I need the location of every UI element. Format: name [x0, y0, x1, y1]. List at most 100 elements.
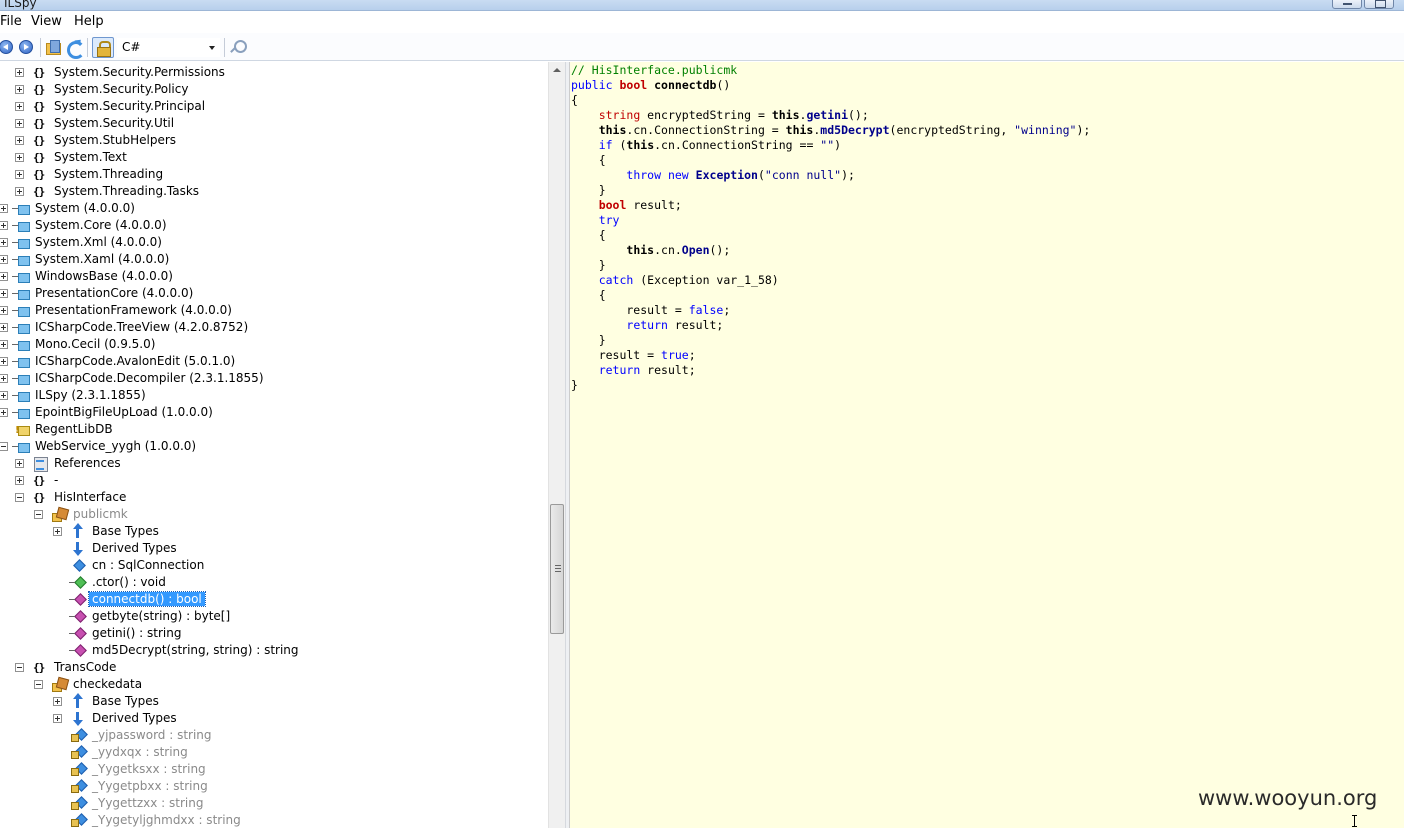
tree-scrollbar[interactable] [548, 62, 565, 828]
tree-node[interactable]: getini() : string [0, 625, 548, 642]
menu-file[interactable]: File [0, 14, 22, 29]
expand-plus-icon[interactable] [0, 272, 8, 281]
tree-node[interactable]: {} System.Threading [0, 166, 548, 183]
expand-plus-icon[interactable] [0, 289, 8, 298]
tree-node-label: System.Security.Policy [54, 82, 189, 96]
expand-plus-icon[interactable] [53, 714, 62, 723]
tree-node[interactable]: Derived Types [0, 710, 548, 727]
code-token: ( [612, 138, 627, 152]
tree-node[interactable]: _Yygetksxx : string [0, 761, 548, 778]
expand-plus-icon[interactable] [15, 153, 24, 162]
tree-node[interactable]: {} System.Threading.Tasks [0, 183, 548, 200]
tree-node[interactable]: ICSharpCode.AvalonEdit (5.0.1.0) [0, 353, 548, 370]
tree-node[interactable]: _Yygetyljghmdxx : string [0, 812, 548, 828]
expand-plus-icon[interactable] [0, 357, 8, 366]
tree-node[interactable]: checkedata [0, 676, 548, 693]
code-token: } [571, 258, 606, 272]
expand-plus-icon[interactable] [0, 340, 8, 349]
search-icon[interactable] [229, 39, 247, 55]
expand-plus-icon[interactable] [15, 170, 24, 179]
tree-node[interactable]: ICSharpCode.TreeView (4.2.0.8752) [0, 319, 548, 336]
tree-node[interactable]: PresentationFramework (4.0.0.0) [0, 302, 548, 319]
toolbar: C# [0, 33, 1404, 61]
tree-node[interactable]: publicmk [0, 506, 548, 523]
expand-plus-icon[interactable] [15, 459, 24, 468]
tree-node[interactable]: System (4.0.0.0) [0, 200, 548, 217]
scroll-up-arrow-icon[interactable] [553, 68, 561, 72]
expand-plus-icon[interactable] [15, 136, 24, 145]
expand-plus-icon[interactable] [0, 306, 8, 315]
forward-arrow-icon[interactable] [19, 40, 33, 54]
tree-node[interactable]: getbyte(string) : byte[] [0, 608, 548, 625]
tree-node[interactable]: Base Types [0, 523, 548, 540]
tree-node[interactable]: {} TransCode [0, 659, 548, 676]
collapse-minus-icon[interactable] [15, 663, 24, 672]
tree-node[interactable]: ICSharpCode.Decompiler (2.3.1.1855) [0, 370, 548, 387]
tree-node[interactable]: RegentLibDB [0, 421, 548, 438]
expand-plus-icon[interactable] [0, 323, 8, 332]
tree-node[interactable]: {} System.Security.Policy [0, 81, 548, 98]
tree-node[interactable]: {} System.Text [0, 149, 548, 166]
expand-plus-icon[interactable] [15, 85, 24, 94]
tree-node[interactable]: System.Core (4.0.0.0) [0, 217, 548, 234]
expand-plus-icon[interactable] [15, 119, 24, 128]
expand-plus-icon[interactable] [0, 255, 8, 264]
tree-node[interactable]: {} System.StubHelpers [0, 132, 548, 149]
tree-node[interactable]: _Yygetpbxx : string [0, 778, 548, 795]
tree-node[interactable]: md5Decrypt(string, string) : string [0, 642, 548, 659]
expand-plus-icon[interactable] [0, 374, 8, 383]
tree-node-label: ILSpy (2.3.1.1855) [35, 388, 146, 402]
tree-node[interactable]: Mono.Cecil (0.9.5.0) [0, 336, 548, 353]
collapse-minus-icon[interactable] [34, 680, 43, 689]
minimize-button[interactable] [1332, 0, 1362, 9]
tree-node[interactable]: System.Xaml (4.0.0.0) [0, 251, 548, 268]
tree-node[interactable]: PresentationCore (4.0.0.0) [0, 285, 548, 302]
expand-plus-icon[interactable] [53, 527, 62, 536]
tree-node[interactable]: WindowsBase (4.0.0.0) [0, 268, 548, 285]
language-select[interactable]: C# [117, 38, 220, 57]
expand-plus-icon[interactable] [15, 102, 24, 111]
tree-node[interactable]: {} System.Security.Util [0, 115, 548, 132]
expand-plus-icon[interactable] [0, 204, 8, 213]
tree-node[interactable]: References [0, 455, 548, 472]
menu-view[interactable]: View [31, 14, 62, 29]
tree-node[interactable]: _yydxqx : string [0, 744, 548, 761]
expand-plus-icon[interactable] [0, 221, 8, 230]
tree-node[interactable]: _yjpassword : string [0, 727, 548, 744]
expand-plus-icon[interactable] [15, 476, 24, 485]
tree-node[interactable]: EpointBigFileUpLoad (1.0.0.0) [0, 404, 548, 421]
expand-plus-icon[interactable] [15, 68, 24, 77]
tree-node[interactable]: .ctor() : void [0, 574, 548, 591]
tree-node[interactable]: {} - [0, 472, 548, 489]
scroll-thumb[interactable] [550, 504, 564, 634]
decompiled-code-view[interactable]: // HisInterface.publicmk public bool conn… [569, 62, 1404, 828]
expand-plus-icon[interactable] [53, 697, 62, 706]
collapse-minus-icon[interactable] [0, 442, 8, 451]
tree-node[interactable]: WebService_yygh (1.0.0.0) [0, 438, 548, 455]
tree-node[interactable]: {} System.Security.Permissions [0, 64, 548, 81]
menu-help[interactable]: Help [74, 14, 104, 29]
back-arrow-icon[interactable] [0, 40, 13, 54]
tree-node[interactable]: cn : SqlConnection [0, 557, 548, 574]
expand-plus-icon[interactable] [15, 187, 24, 196]
tree-node[interactable]: Derived Types [0, 540, 548, 557]
expand-plus-icon[interactable] [0, 408, 8, 417]
tree-node[interactable]: Base Types [0, 693, 548, 710]
collapse-minus-icon[interactable] [15, 493, 24, 502]
expand-plus-icon[interactable] [0, 238, 8, 247]
show-internal-lock-icon[interactable] [92, 37, 114, 58]
assembly-tree[interactable]: {} System.Security.Permissions {} System.Se… [0, 62, 548, 828]
tree-node[interactable]: {} System.Security.Principal [0, 98, 548, 115]
assembly-icon [12, 406, 30, 419]
tree-node[interactable]: connectdb() : bool [0, 591, 548, 608]
collapse-minus-icon[interactable] [34, 510, 43, 519]
reload-icon[interactable] [66, 39, 85, 59]
maximize-button[interactable] [1364, 0, 1394, 9]
tree-node[interactable]: {} HisInterface [0, 489, 548, 506]
tree-node[interactable]: System.Xml (4.0.0.0) [0, 234, 548, 251]
assembly-icon [12, 287, 30, 300]
expand-plus-icon[interactable] [0, 391, 8, 400]
open-folder-icon[interactable] [45, 39, 61, 55]
tree-node[interactable]: ILSpy (2.3.1.1855) [0, 387, 548, 404]
tree-node[interactable]: _Yygettzxx : string [0, 795, 548, 812]
